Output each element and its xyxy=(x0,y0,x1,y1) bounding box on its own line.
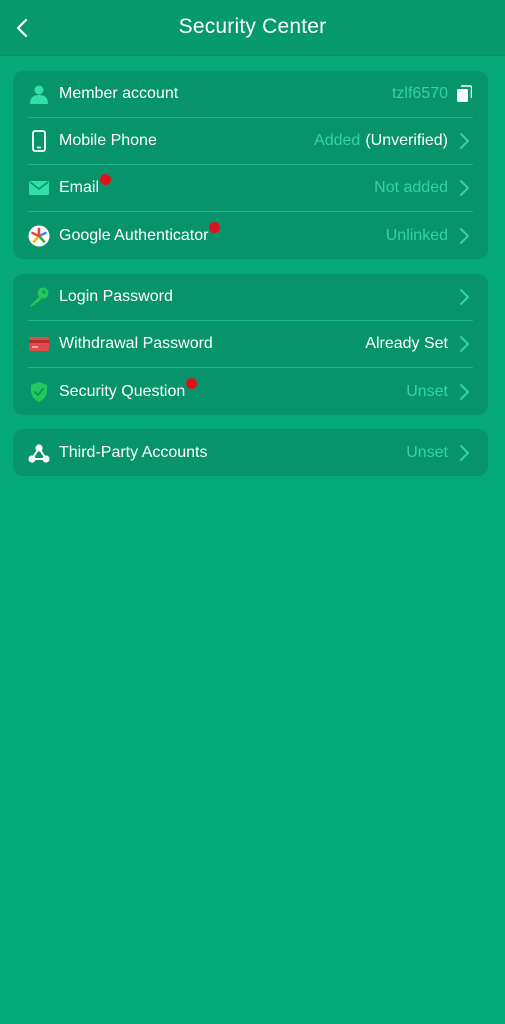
copy-icon[interactable] xyxy=(456,85,472,103)
credit-card-icon xyxy=(28,333,50,355)
security-question-status: Unset xyxy=(406,382,448,400)
login-password-row[interactable]: Login Password xyxy=(28,274,473,321)
account-bindings-card: Member account tzlf6570 Mobile Phone Add… xyxy=(13,71,488,259)
chevron-right-icon xyxy=(460,383,469,400)
mobile-phone-status: Added xyxy=(314,132,361,149)
member-account-label: Member account xyxy=(59,85,179,102)
withdrawal-password-row[interactable]: Withdrawal Password Already Set xyxy=(28,321,473,368)
email-label: Email xyxy=(59,174,112,197)
member-account-row: Member account tzlf6570 xyxy=(28,71,473,118)
chevron-right-icon xyxy=(460,180,469,196)
security-question-label: Security Question xyxy=(59,377,198,401)
google-authenticator-row[interactable]: Google Authenticator Unlinked xyxy=(28,212,473,259)
notification-dot xyxy=(100,174,112,185)
third-party-accounts-status: Unset xyxy=(406,443,448,461)
chevron-right-icon xyxy=(460,289,469,305)
withdrawal-password-status: Already Set xyxy=(365,335,448,352)
email-status: Not added xyxy=(374,179,448,196)
email-icon xyxy=(28,177,50,199)
third-party-card: Third-Party Accounts Unset xyxy=(13,429,488,476)
notification-dot xyxy=(186,377,198,389)
google-authenticator-status: Unlinked xyxy=(385,226,448,244)
chevron-right-icon xyxy=(460,133,469,149)
third-party-accounts-row[interactable]: Third-Party Accounts Unset xyxy=(28,429,473,476)
withdrawal-password-label: Withdrawal Password xyxy=(59,335,213,352)
page-title: Security Center xyxy=(178,15,327,38)
login-password-label: Login Password xyxy=(59,288,173,305)
google-authenticator-label: Google Authenticator xyxy=(59,221,221,245)
shield-icon xyxy=(28,381,50,403)
key-icon xyxy=(28,286,50,308)
security-question-row[interactable]: Security Question Unset xyxy=(28,368,473,415)
chevron-right-icon xyxy=(460,444,469,461)
notification-dot xyxy=(209,221,221,233)
passwords-card: Login Password Withdrawal Password Alrea… xyxy=(13,274,488,415)
member-account-value: tzlf6570 xyxy=(391,85,448,102)
share-network-icon xyxy=(28,442,50,464)
top-bar: Security Center xyxy=(0,0,505,56)
chevron-right-icon xyxy=(460,227,469,244)
user-icon xyxy=(28,83,50,105)
mobile-phone-row[interactable]: Mobile Phone Added (Unverified) xyxy=(28,118,473,165)
mobile-phone-verification: (Unverified) xyxy=(365,132,448,149)
chevron-right-icon xyxy=(460,336,469,352)
mobile-phone-label: Mobile Phone xyxy=(59,132,157,149)
phone-icon xyxy=(28,130,50,152)
email-row[interactable]: Email Not added xyxy=(28,165,473,212)
third-party-accounts-label: Third-Party Accounts xyxy=(59,443,208,461)
google-authenticator-icon xyxy=(28,225,50,247)
